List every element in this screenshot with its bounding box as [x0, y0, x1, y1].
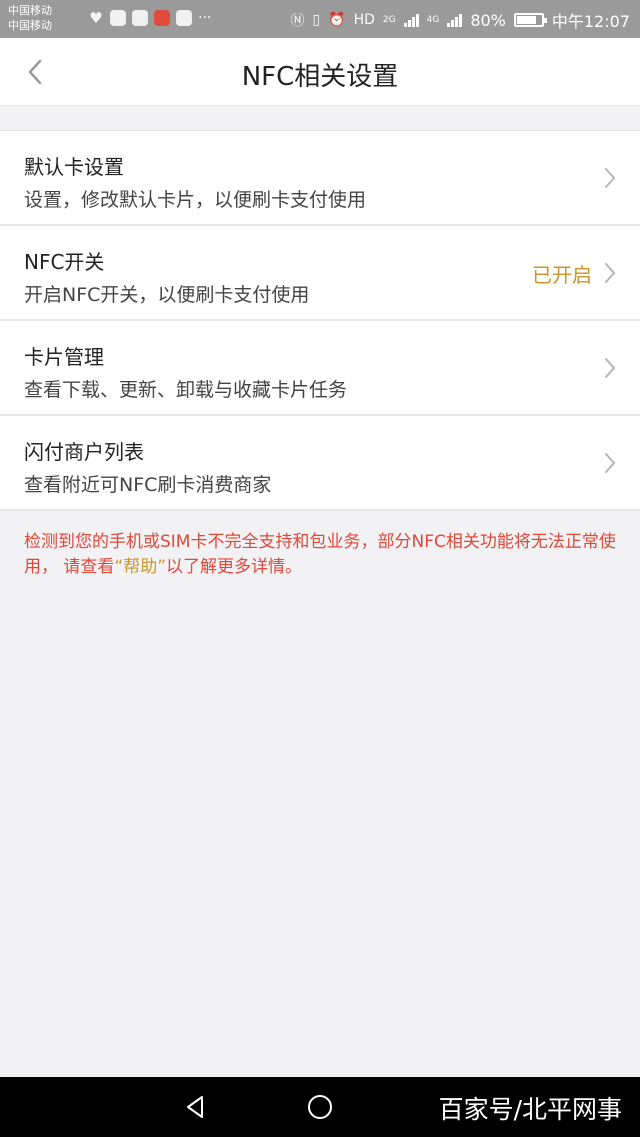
video-icon	[154, 10, 170, 26]
row-title: NFC开关	[24, 250, 105, 274]
title-bar: NFC相关设置	[0, 38, 640, 106]
setting-default-card[interactable]: 默认卡设置 设置，修改默认卡片，以便刷卡支付使用	[0, 131, 640, 226]
nfc-icon: Ⓝ	[290, 13, 305, 29]
battery-icon	[513, 13, 547, 27]
carrier-1: 中国移动	[8, 4, 52, 17]
chevron-right-icon	[605, 453, 615, 473]
signal-1-icon	[403, 13, 419, 27]
chevron-right-icon	[605, 263, 615, 283]
status-bar: 中国移动 中国移动 ♥ ··· Ⓝ ▯ ⏰ HD 2G 4G 80% 中午12:…	[0, 0, 640, 38]
page-title: NFC相关设置	[241, 62, 399, 92]
vibrate-icon: ▯	[312, 12, 321, 28]
nav-home-icon[interactable]	[306, 1093, 334, 1121]
status-badge: 已开启	[532, 263, 592, 287]
clock: 中午12:07	[551, 12, 630, 31]
hd-icon: HD	[353, 12, 375, 28]
setting-merchant-list[interactable]: 闪付商户列表 查看附近可NFC刷卡消费商家	[0, 416, 640, 511]
notice-text: 检测到您的手机或SIM卡不完全支持和包业务，部分NFC相关功能将无法正常使用， …	[24, 532, 616, 577]
notice-text-end: 以了解更多详情。	[166, 557, 303, 577]
row-subtitle: 设置，修改默认卡片，以便刷卡支付使用	[24, 189, 367, 211]
row-title: 闪付商户列表	[24, 440, 144, 464]
network-type-1: 2G	[382, 15, 396, 25]
settings-list: 默认卡设置 设置，修改默认卡片，以便刷卡支付使用 NFC开关 开启NFC开关，以…	[0, 130, 640, 511]
more-notifications-icon: ···	[198, 10, 212, 26]
system-status: Ⓝ ▯ ⏰ HD 2G 4G 80% 中午12:07	[290, 8, 630, 32]
chevron-right-icon	[605, 168, 615, 188]
nav-back-icon[interactable]	[182, 1093, 210, 1121]
row-subtitle: 查看下载、更新、卸载与收藏卡片任务	[24, 379, 348, 401]
app-icon	[132, 10, 148, 26]
app-icon	[110, 10, 126, 26]
row-title: 默认卡设置	[24, 155, 124, 179]
row-subtitle: 开启NFC开关，以便刷卡支付使用	[24, 284, 310, 306]
carrier-2: 中国移动	[8, 19, 52, 32]
battery-percent: 80%	[470, 10, 506, 30]
carrier-info: 中国移动 中国移动	[8, 3, 52, 33]
compatibility-notice: 检测到您的手机或SIM卡不完全支持和包业务，部分NFC相关功能将无法正常使用， …	[24, 530, 622, 580]
watermark: 百家号/北平网事	[438, 1095, 622, 1124]
help-link[interactable]: “帮助”	[114, 557, 166, 577]
signal-2-icon	[447, 13, 463, 27]
health-icon: ♥	[89, 9, 103, 27]
setting-nfc-switch[interactable]: NFC开关 开启NFC开关，以便刷卡支付使用 已开启	[0, 226, 640, 321]
alarm-icon: ⏰	[328, 12, 346, 28]
network-type-2: 4G	[426, 15, 440, 25]
row-subtitle: 查看附近可NFC刷卡消费商家	[24, 474, 272, 496]
notification-icons: ♥ ···	[88, 10, 211, 26]
navigation-bar: 百家号/北平网事	[0, 1077, 640, 1137]
battery-fill	[516, 16, 537, 24]
setting-card-management[interactable]: 卡片管理 查看下载、更新、卸载与收藏卡片任务	[0, 321, 640, 416]
app-icon	[176, 10, 192, 26]
row-title: 卡片管理	[24, 345, 104, 369]
chevron-right-icon	[605, 358, 615, 378]
